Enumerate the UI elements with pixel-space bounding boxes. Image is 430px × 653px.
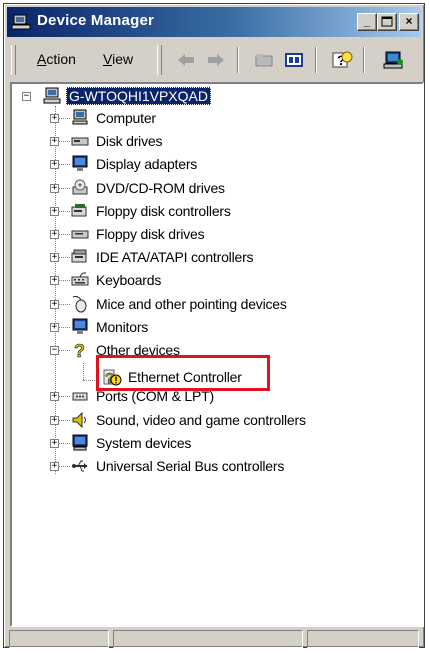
- monitor-icon: [72, 318, 88, 334]
- computer-root-icon: [43, 87, 61, 104]
- back-icon: [178, 54, 194, 66]
- maximize-button[interactable]: [377, 13, 397, 31]
- tree-node-sound-video-and-game-controllers[interactable]: Sound, video and game controllers: [96, 412, 306, 428]
- status-pane-2: [113, 630, 303, 648]
- expander-sound-video-and-game-controllers[interactable]: +: [50, 415, 59, 425]
- menubar-grip[interactable]: [11, 45, 16, 75]
- toolbar-grip[interactable]: [157, 45, 162, 75]
- menu-view[interactable]: View: [103, 51, 133, 67]
- toolbar-separator: [363, 47, 365, 73]
- expander-keyboards[interactable]: +: [50, 276, 59, 286]
- usb-icon: [72, 460, 87, 472]
- tree-connector: [83, 363, 84, 380]
- port-icon: [72, 392, 88, 401]
- tree-node-keyboards[interactable]: Keyboards: [96, 272, 161, 288]
- menu-toolbar-bar: Action View ?: [7, 39, 421, 81]
- system-device-icon: [72, 434, 88, 451]
- expander-other-devices[interactable]: −: [50, 346, 59, 355]
- scan-hardware-icon: [383, 51, 403, 69]
- computer-icon: [72, 109, 88, 125]
- tree-connector: [83, 380, 97, 381]
- minimize-button[interactable]: _: [357, 13, 377, 31]
- forward-button[interactable]: [203, 47, 229, 73]
- tree-node-ide-ata-atapi-controllers[interactable]: IDE ATA/ATAPI controllers: [96, 249, 254, 265]
- toolbar-separator: [237, 47, 239, 73]
- device-manager-window: Device Manager _ × Action View ? − G-WTO…: [3, 3, 425, 648]
- status-pane-1: [9, 630, 109, 648]
- disk-drive-icon: [71, 137, 89, 146]
- keyboard-icon: [71, 272, 89, 286]
- expander-ide-ata-atapi-controllers[interactable]: +: [50, 253, 59, 263]
- minimize-icon: _: [363, 14, 371, 28]
- properties-button[interactable]: [281, 47, 307, 73]
- root-expander[interactable]: −: [22, 92, 31, 101]
- svg-text:?: ?: [74, 341, 85, 360]
- toolbar-separator: [315, 47, 317, 73]
- up-folder-button[interactable]: [251, 47, 277, 73]
- sound-icon: [72, 411, 86, 428]
- expander-floppy-disk-drives[interactable]: +: [50, 230, 59, 239]
- mouse-icon: [72, 295, 87, 313]
- close-icon: ×: [405, 14, 413, 28]
- display-adapter-icon: [72, 155, 88, 172]
- expander-monitors[interactable]: +: [50, 322, 59, 332]
- tree-node-floppy-disk-controllers[interactable]: Floppy disk controllers: [96, 203, 231, 219]
- tree-root-label[interactable]: G-WTOQHI1VPXQAD: [66, 87, 211, 105]
- maximize-icon: [381, 16, 393, 27]
- tree-node-universal-serial-bus-controllers[interactable]: Universal Serial Bus controllers: [96, 458, 284, 474]
- unknown-device-icon: ?: [74, 341, 86, 360]
- device-tree[interactable]: − G-WTOQHI1VPXQAD + Computer + Disk drives +…: [10, 82, 424, 627]
- expander-universal-serial-bus-controllers[interactable]: +: [50, 462, 59, 471]
- menu-action[interactable]: Action: [37, 51, 76, 67]
- floppy-controller-icon: [71, 203, 87, 217]
- expander-floppy-disk-controllers[interactable]: +: [50, 206, 59, 216]
- up-folder-icon: [255, 54, 273, 67]
- expander-display-adapters[interactable]: +: [50, 160, 59, 170]
- tree-node-monitors[interactable]: Monitors: [96, 319, 148, 335]
- tree-node-dvd-cd-rom-drives[interactable]: DVD/CD-ROM drives: [96, 180, 225, 196]
- properties-icon: [285, 53, 303, 67]
- tree-node-system-devices[interactable]: System devices: [96, 435, 191, 451]
- status-pane-3: [307, 630, 419, 648]
- tree-node-computer[interactable]: Computer: [96, 110, 156, 126]
- ide-controller-icon: [71, 249, 87, 263]
- expander-disk-drives[interactable]: +: [50, 137, 59, 147]
- tree-node-mice-and-other-pointing-devices[interactable]: Mice and other pointing devices: [96, 296, 287, 312]
- floppy-drive-icon: [71, 230, 89, 239]
- cdrom-icon: [72, 179, 88, 195]
- expander-system-devices[interactable]: +: [50, 438, 59, 448]
- status-bar: [7, 628, 421, 648]
- back-button[interactable]: [173, 47, 199, 73]
- close-button[interactable]: ×: [399, 13, 419, 31]
- expander-mice-and-other-pointing-devices[interactable]: +: [50, 299, 59, 309]
- device-manager-icon: [11, 14, 31, 30]
- expander-ports-com-lpt[interactable]: +: [50, 392, 59, 402]
- window-title: Device Manager: [37, 12, 155, 29]
- expander-computer[interactable]: +: [50, 114, 59, 123]
- tree-node-display-adapters[interactable]: Display adapters: [96, 156, 197, 172]
- help-icon: ?: [332, 51, 353, 68]
- help-button[interactable]: ?: [329, 47, 355, 73]
- expander-dvd-cd-rom-drives[interactable]: +: [50, 183, 59, 193]
- forward-icon: [208, 54, 224, 66]
- annotation-highlight-box: [96, 355, 270, 391]
- tree-node-floppy-disk-drives[interactable]: Floppy disk drives: [96, 226, 205, 242]
- title-bar[interactable]: Device Manager _ ×: [7, 7, 421, 37]
- scan-hardware-button[interactable]: [381, 47, 407, 73]
- tree-node-disk-drives[interactable]: Disk drives: [96, 133, 162, 149]
